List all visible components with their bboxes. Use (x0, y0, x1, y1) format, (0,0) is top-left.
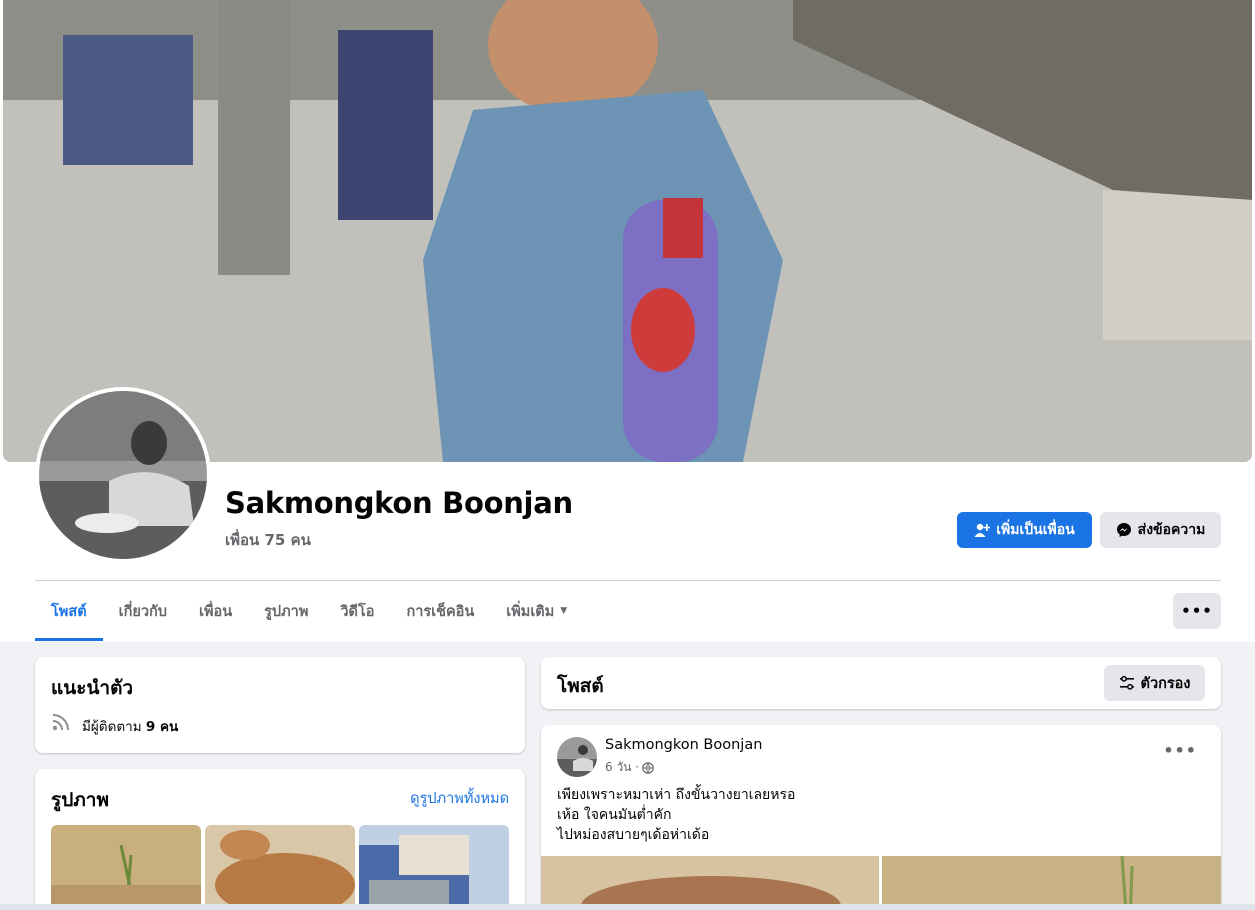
cover-photo[interactable] (3, 0, 1252, 462)
message-button[interactable]: ส่งข้อความ (1100, 512, 1221, 548)
followers-text: มีผู้ติดตาม 9 คน (82, 715, 178, 737)
friend-count[interactable]: เพื่อน 75 คน (225, 528, 311, 552)
tab-label: เพิ่มเติม (506, 603, 555, 620)
tab-label: วิดีโอ (340, 603, 375, 620)
caret-down-icon: ▼ (560, 606, 568, 616)
tab-photos[interactable]: รูปภาพ (248, 581, 324, 641)
post-options-button[interactable]: ••• (1163, 741, 1197, 760)
post-image[interactable] (541, 856, 879, 910)
add-friend-label: เพิ่มเป็นเพื่อน (996, 522, 1075, 538)
bottom-scroll-edge (0, 904, 1255, 910)
profile-name: Sakmongkon Boonjan (225, 486, 573, 520)
photos-title: รูปภาพ (51, 789, 109, 811)
add-friend-button[interactable]: เพิ่มเป็นเพื่อน (957, 512, 1092, 548)
photo-grid (51, 825, 509, 910)
profile-avatar[interactable] (35, 387, 211, 563)
followers-prefix: มีผู้ติดตาม (82, 719, 142, 735)
tab-label: รูปภาพ (264, 603, 309, 620)
tab-label: เพื่อน (198, 603, 233, 620)
photo-thumbnail[interactable] (51, 825, 201, 910)
posts-header-card: โพสต์ ตัวกรอง (541, 657, 1221, 709)
filter-icon (1119, 675, 1134, 690)
message-label: ส่งข้อความ (1137, 522, 1206, 538)
profile-tabs: โพสต์ เกี่ยวกับ เพื่อน รูปภาพ วิดีโอ การ… (35, 581, 583, 641)
messenger-icon (1116, 523, 1131, 537)
tab-label: การเช็คอิน (406, 603, 475, 620)
intro-title: แนะนำตัว (51, 677, 134, 699)
post-image[interactable] (882, 856, 1221, 910)
filter-label: ตัวกรอง (1140, 675, 1191, 692)
tab-videos[interactable]: วิดีโอ (324, 581, 390, 641)
tab-label: เกี่ยวกับ (118, 603, 167, 620)
post-line: ไปหม่องสบายๆเด้อห่าเด้อ (557, 827, 710, 843)
post-card: Sakmongkon Boonjan 6 วัน · ••• เพียงเพรา… (541, 725, 1221, 910)
tab-more[interactable]: เพิ่มเติม ▼ (490, 581, 583, 641)
photos-card: รูปภาพ ดูรูปภาพทั้งหมด (35, 769, 525, 910)
tab-friends[interactable]: เพื่อน (183, 581, 248, 641)
filter-button[interactable]: ตัวกรอง (1104, 665, 1205, 701)
post-images (541, 856, 1221, 910)
tab-posts[interactable]: โพสต์ (35, 581, 103, 641)
post-line: เพียงเพราะหมาเห่า ถึงขั้นวางยาเลยหรอ (557, 787, 796, 803)
post-text: เพียงเพราะหมาเห่า ถึงขั้นวางยาเลยหรอ เห้… (557, 785, 795, 845)
followers-count[interactable]: 9 คน (146, 719, 178, 735)
intro-card: แนะนำตัว มีผู้ติดตาม 9 คน (35, 657, 525, 753)
photo-thumbnail[interactable] (205, 825, 355, 910)
posts-title: โพสต์ (557, 675, 604, 697)
tab-label: โพสต์ (51, 603, 87, 620)
see-all-photos-link[interactable]: ดูรูปภาพทั้งหมด (410, 787, 509, 810)
photo-thumbnail[interactable] (359, 825, 509, 910)
more-options-button[interactable]: ••• (1173, 593, 1221, 629)
post-line: เห้อ ใจคนมันต่ำคัก (557, 807, 672, 823)
profile-header: Sakmongkon Boonjan เพื่อน 75 คน เพิ่มเป็… (0, 0, 1255, 642)
globe-icon (642, 761, 654, 774)
post-time[interactable]: 6 วัน · (605, 758, 639, 777)
post-author-avatar[interactable] (557, 737, 597, 777)
tab-checkins[interactable]: การเช็คอิน (390, 581, 490, 641)
add-friend-icon (974, 523, 991, 537)
post-author-name[interactable]: Sakmongkon Boonjan (605, 737, 762, 753)
tab-about[interactable]: เกี่ยวกับ (103, 581, 183, 641)
post-meta: 6 วัน · (605, 758, 654, 777)
rss-icon (52, 714, 69, 731)
